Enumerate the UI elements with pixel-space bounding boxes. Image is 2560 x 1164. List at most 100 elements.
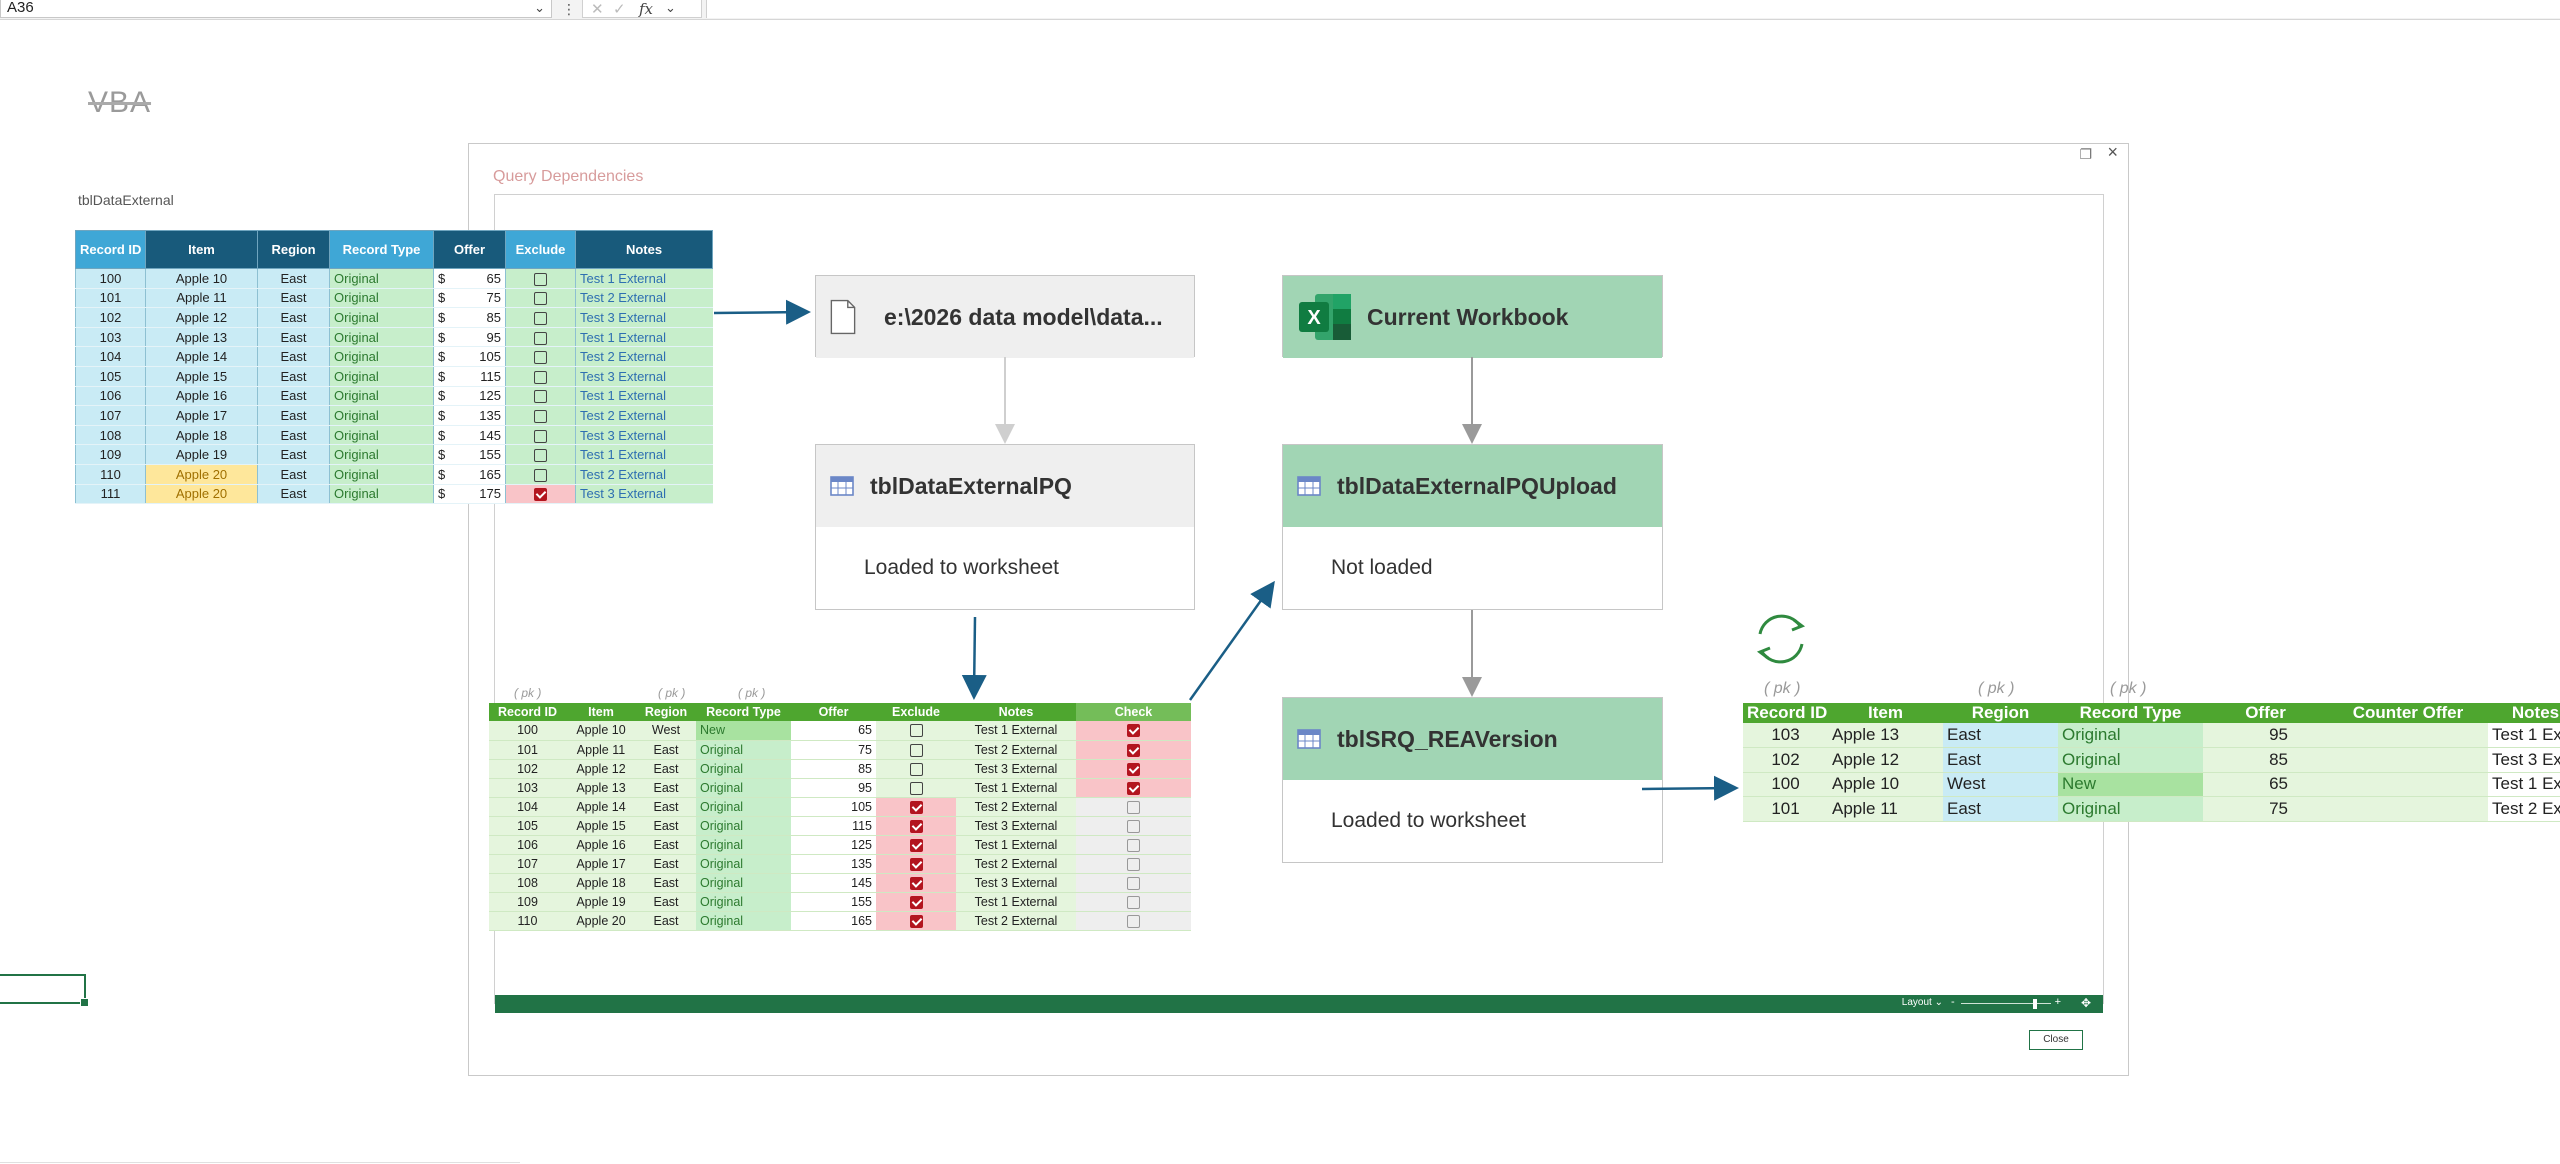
region-cell[interactable]: East	[636, 911, 696, 931]
record-id-cell[interactable]: 110	[75, 464, 146, 485]
region-cell[interactable]: East	[636, 816, 696, 836]
item-cell[interactable]: Apple 12	[1828, 747, 1943, 773]
item-cell[interactable]: Apple 19	[145, 444, 258, 465]
record-type-cell[interactable]: Original	[329, 307, 434, 328]
item-cell[interactable]: Apple 17	[145, 405, 258, 426]
item-cell[interactable]: Apple 11	[1828, 796, 1943, 822]
region-cell[interactable]: East	[1943, 723, 2058, 748]
region-cell[interactable]: East	[636, 778, 696, 798]
region-cell[interactable]: East	[636, 892, 696, 912]
checkbox-icon[interactable]	[534, 370, 547, 384]
notes-cell[interactable]: Test 2 External	[956, 911, 1076, 931]
more-options-icon[interactable]: ⋮	[562, 1, 576, 18]
exclude-cell[interactable]	[505, 346, 576, 367]
record-type-cell[interactable]: Original	[696, 778, 791, 798]
checkbox-checked-icon[interactable]	[909, 838, 923, 852]
item-cell[interactable]: Apple 19	[566, 892, 636, 912]
notes-cell[interactable]: Test 1 External	[956, 835, 1076, 855]
notes-cell[interactable]: Test 2 External	[956, 797, 1076, 817]
offer-cell[interactable]: $125	[433, 386, 506, 407]
notes-cell[interactable]: Test 1 External	[575, 327, 713, 348]
record-id-cell[interactable]: 109	[75, 444, 146, 465]
column-header[interactable]: Item	[566, 703, 636, 721]
checkbox-checked-icon[interactable]	[1127, 724, 1140, 738]
notes-cell[interactable]: Test 2 External	[956, 740, 1076, 760]
fit-to-screen-icon[interactable]: ✥	[2081, 996, 2091, 1010]
region-cell[interactable]: East	[257, 268, 330, 289]
checkbox-icon[interactable]	[1127, 800, 1140, 814]
column-header[interactable]: Exclude	[505, 230, 576, 269]
check-cell[interactable]	[1076, 816, 1191, 836]
offer-cell[interactable]: $95	[433, 327, 506, 348]
record-id-cell[interactable]: 101	[1743, 796, 1828, 822]
offer-cell[interactable]: 155	[791, 892, 876, 912]
region-cell[interactable]: East	[257, 366, 330, 387]
refresh-icon[interactable]	[1748, 606, 1814, 672]
record-id-cell[interactable]: 103	[1743, 723, 1828, 748]
exclude-cell[interactable]	[876, 911, 956, 931]
restore-icon[interactable]: ❐	[2079, 146, 2092, 163]
checkbox-icon[interactable]	[534, 429, 547, 443]
exclude-cell[interactable]	[505, 484, 576, 505]
notes-cell[interactable]: Test 2 External	[575, 346, 713, 367]
notes-cell[interactable]: Test 2 External	[575, 405, 713, 426]
column-header[interactable]: Offer	[433, 230, 506, 269]
item-cell[interactable]: Apple 14	[145, 346, 258, 367]
checkbox-icon[interactable]	[1127, 876, 1140, 890]
offer-cell[interactable]: $145	[433, 425, 506, 446]
region-cell[interactable]: East	[257, 346, 330, 367]
record-type-cell[interactable]: Original	[329, 327, 434, 348]
region-cell[interactable]: East	[636, 759, 696, 779]
column-header[interactable]: Notes	[956, 703, 1076, 721]
checkbox-icon[interactable]	[1127, 838, 1140, 852]
record-type-cell[interactable]: Original	[696, 911, 791, 931]
exclude-cell[interactable]	[505, 464, 576, 485]
checkbox-icon[interactable]	[534, 292, 547, 306]
close-icon[interactable]: ×	[2107, 142, 2118, 163]
selected-cell[interactable]	[0, 974, 89, 1007]
checkbox-checked-icon[interactable]	[534, 488, 547, 502]
checkbox-icon[interactable]	[534, 272, 547, 286]
notes-cell[interactable]: Test 1 External	[2488, 723, 2560, 748]
record-id-cell[interactable]: 110	[489, 911, 566, 931]
offer-cell[interactable]: $65	[433, 268, 506, 289]
layout-dropdown[interactable]: Layout ⌄	[1902, 997, 1943, 1008]
exclude-cell[interactable]	[876, 854, 956, 874]
item-cell[interactable]: Apple 20	[145, 464, 258, 485]
item-cell[interactable]: Apple 13	[145, 327, 258, 348]
region-cell[interactable]: East	[636, 797, 696, 817]
notes-cell[interactable]: Test 3 External	[575, 307, 713, 328]
record-type-cell[interactable]: Original	[329, 405, 434, 426]
offer-cell[interactable]: 165	[791, 911, 876, 931]
region-cell[interactable]: East	[257, 464, 330, 485]
record-type-cell[interactable]: Original	[329, 288, 434, 309]
offer-cell[interactable]: 95	[791, 778, 876, 798]
record-type-cell[interactable]: Original	[329, 484, 434, 505]
offer-cell[interactable]: $175	[433, 484, 506, 505]
region-cell[interactable]: East	[257, 327, 330, 348]
item-cell[interactable]: Apple 11	[145, 288, 258, 309]
notes-cell[interactable]: Test 1 External	[956, 892, 1076, 912]
checkbox-checked-icon[interactable]	[1127, 743, 1140, 757]
exclude-cell[interactable]	[876, 873, 956, 893]
record-type-cell[interactable]: Original	[696, 797, 791, 817]
item-cell[interactable]: Apple 18	[145, 425, 258, 446]
exclude-cell[interactable]	[505, 327, 576, 348]
notes-cell[interactable]: Test 3 External	[2488, 747, 2560, 773]
record-id-cell[interactable]: 101	[489, 740, 566, 760]
record-type-cell[interactable]: Original	[696, 854, 791, 874]
check-cell[interactable]	[1076, 759, 1191, 779]
insert-function-icon[interactable]: fx	[639, 0, 653, 18]
item-cell[interactable]: Apple 12	[566, 759, 636, 779]
exclude-cell[interactable]	[876, 797, 956, 817]
offer-cell[interactable]: 85	[791, 759, 876, 779]
column-header[interactable]: Region	[257, 230, 330, 269]
record-type-cell[interactable]: Original	[329, 464, 434, 485]
region-cell[interactable]: East	[1943, 796, 2058, 822]
exclude-cell[interactable]	[505, 425, 576, 446]
zoom-knob[interactable]	[2033, 999, 2037, 1009]
checkbox-icon[interactable]	[534, 409, 547, 423]
record-id-cell[interactable]: 103	[489, 778, 566, 798]
record-type-cell[interactable]: Original	[329, 268, 434, 289]
record-type-cell[interactable]: Original	[696, 816, 791, 836]
